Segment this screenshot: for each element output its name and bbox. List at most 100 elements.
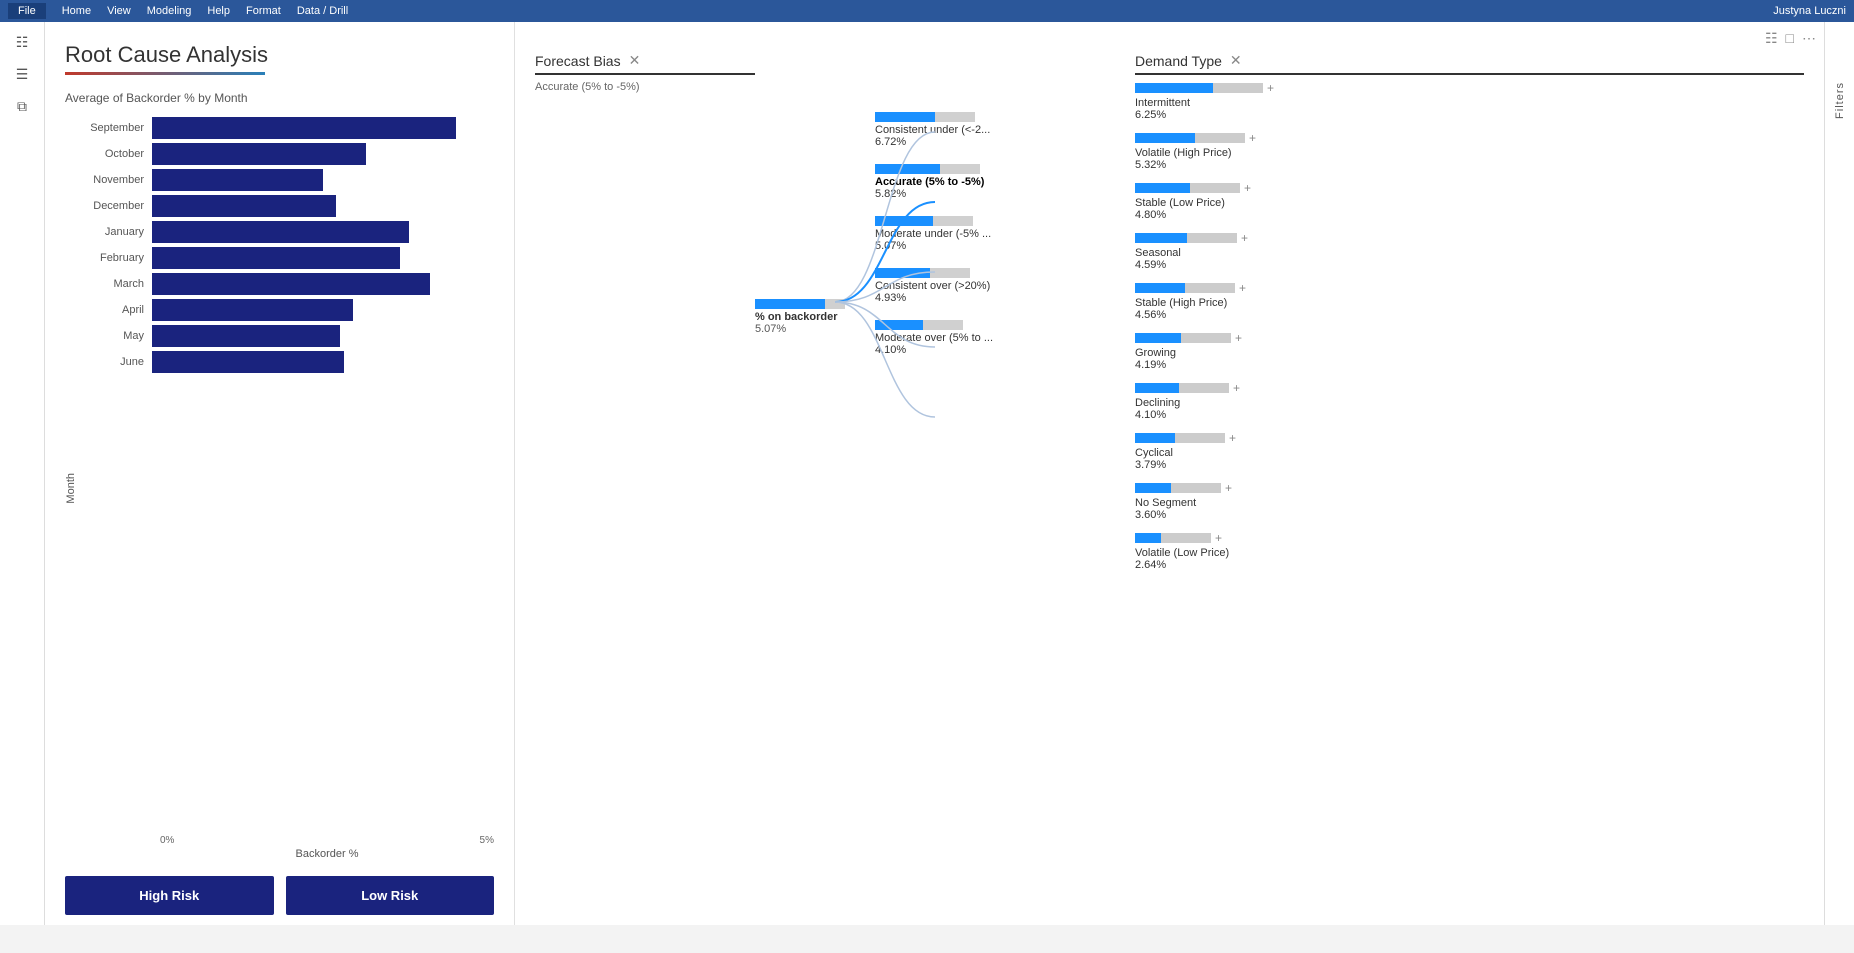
demand-type-close[interactable]: ✕ — [1230, 52, 1242, 69]
high-risk-button[interactable]: High Risk — [65, 876, 274, 915]
table-icon[interactable]: ☰ — [10, 62, 34, 86]
bar-container — [152, 143, 494, 165]
demand-type-item: + Seasonal 4.59% — [1135, 231, 1804, 271]
title-underline — [65, 72, 265, 75]
bar-container — [152, 117, 494, 139]
filter-plus-icon[interactable]: + — [1241, 231, 1248, 245]
root-node-label: % on backorder — [755, 311, 845, 323]
filter-plus-icon[interactable]: + — [1225, 481, 1232, 495]
top-icons: ☷ □ ⋯ — [1765, 30, 1816, 47]
filter-bar-blue — [1135, 233, 1187, 243]
demand-type-item: + Stable (High Price) 4.56% — [1135, 281, 1804, 321]
filters-sidebar[interactable]: Filters — [1824, 22, 1854, 925]
demand-type-header: Demand Type ✕ — [1135, 52, 1804, 75]
filter-icon[interactable]: ☷ — [1765, 30, 1778, 47]
filter-item-bars: + — [1135, 81, 1804, 95]
home-tab[interactable]: Home — [62, 5, 91, 17]
filter-plus-icon[interactable]: + — [1235, 331, 1242, 345]
help-tab[interactable]: Help — [207, 5, 230, 17]
bar-container — [152, 195, 494, 217]
filter-plus-icon[interactable]: + — [1233, 381, 1240, 395]
more-icon[interactable]: ⋯ — [1802, 30, 1816, 47]
demand-type-item: + Volatile (High Price) 5.32% — [1135, 131, 1804, 171]
panel-title: Root Cause Analysis — [65, 42, 494, 68]
user-label: Justyna Luczni — [1773, 5, 1846, 17]
bar-row: December — [77, 195, 494, 217]
view-tab[interactable]: View — [107, 5, 131, 17]
demand-type-panel: Demand Type ✕ + Intermittent 6.25% + Vol… — [1095, 52, 1804, 581]
bar-row: March — [77, 273, 494, 295]
filter-item-bars: + — [1135, 181, 1804, 195]
root-node: % on backorder 5.07% — [755, 299, 845, 335]
filter-bar-gray — [1213, 83, 1263, 93]
bar-label: September — [77, 122, 152, 134]
filter-item-value: 4.56% — [1135, 309, 1804, 321]
decomp-bar-gray — [933, 216, 973, 226]
file-tab[interactable]: File — [8, 3, 46, 19]
connector-svg — [835, 52, 935, 581]
expand-icon[interactable]: □ — [1786, 30, 1794, 47]
filter-item-label: Growing — [1135, 347, 1804, 359]
filter-bar-blue — [1135, 483, 1171, 493]
filter-plus-icon[interactable]: + — [1244, 181, 1251, 195]
bar-label: May — [77, 330, 152, 342]
filter-bar-blue — [1135, 383, 1179, 393]
layers-icon[interactable]: ⧉ — [10, 94, 34, 118]
filter-bar-gray — [1179, 383, 1229, 393]
bar-container — [152, 299, 494, 321]
filter-item-label: Stable (High Price) — [1135, 297, 1804, 309]
decomp-bar-gray — [940, 164, 980, 174]
filter-item-label: Volatile (Low Price) — [1135, 547, 1804, 559]
bar-label: October — [77, 148, 152, 160]
filter-item-value: 4.10% — [1135, 409, 1804, 421]
demand-type-title: Demand Type — [1135, 53, 1222, 69]
top-bar: File Home View Modeling Help Format Data… — [0, 0, 1854, 22]
filter-plus-icon[interactable]: + — [1229, 431, 1236, 445]
filter-bar-gray — [1187, 233, 1237, 243]
bar-fill — [152, 221, 409, 243]
bar-label: March — [77, 278, 152, 290]
bar-fill — [152, 325, 340, 347]
bar-fill — [152, 143, 366, 165]
filter-item-bars: + — [1135, 531, 1804, 545]
filter-plus-icon[interactable]: + — [1215, 531, 1222, 545]
forecast-bias-subtitle: Accurate (5% to -5%) — [535, 81, 755, 93]
bar-row: September — [77, 117, 494, 139]
low-risk-button[interactable]: Low Risk — [286, 876, 495, 915]
filter-item-label: No Segment — [1135, 497, 1804, 509]
filter-bar-blue — [1135, 283, 1185, 293]
forecast-bias-panel: Forecast Bias ✕ Accurate (5% to -5%) — [535, 52, 755, 581]
filter-plus-icon[interactable]: + — [1267, 81, 1274, 95]
bar-fill — [152, 273, 430, 295]
bar-row: November — [77, 169, 494, 191]
demand-type-item: + Growing 4.19% — [1135, 331, 1804, 371]
bar-fill — [152, 195, 336, 217]
bar-row: May — [77, 325, 494, 347]
bar-row: October — [77, 143, 494, 165]
filter-bar-gray — [1195, 133, 1245, 143]
forecast-bias-close[interactable]: ✕ — [629, 52, 641, 69]
decomp-bar-gray — [935, 112, 975, 122]
demand-type-items: + Intermittent 6.25% + Volatile (High Pr… — [1135, 81, 1804, 571]
format-tab[interactable]: Format — [246, 5, 281, 17]
filter-plus-icon[interactable]: + — [1249, 131, 1256, 145]
filter-item-label: Volatile (High Price) — [1135, 147, 1804, 159]
data-drill-tab[interactable]: Data / Drill — [297, 5, 348, 17]
bar-fill — [152, 351, 344, 373]
filter-item-value: 3.79% — [1135, 459, 1804, 471]
content-area: Root Cause Analysis Average of Backorder… — [45, 22, 1854, 925]
filter-item-value: 4.59% — [1135, 259, 1804, 271]
modeling-tab[interactable]: Modeling — [147, 5, 192, 17]
filter-item-bars: + — [1135, 331, 1804, 345]
filter-bar-blue — [1135, 133, 1195, 143]
demand-type-item: + Volatile (Low Price) 2.64% — [1135, 531, 1804, 571]
filter-item-bars: + — [1135, 231, 1804, 245]
root-node-value: 5.07% — [755, 323, 845, 335]
filter-item-label: Cyclical — [1135, 447, 1804, 459]
filter-plus-icon[interactable]: + — [1239, 281, 1246, 295]
chart-icon[interactable]: ☷ — [10, 30, 34, 54]
demand-type-item: + No Segment 3.60% — [1135, 481, 1804, 521]
bar-container — [152, 273, 494, 295]
filter-item-bars: + — [1135, 381, 1804, 395]
bar-label: January — [77, 226, 152, 238]
